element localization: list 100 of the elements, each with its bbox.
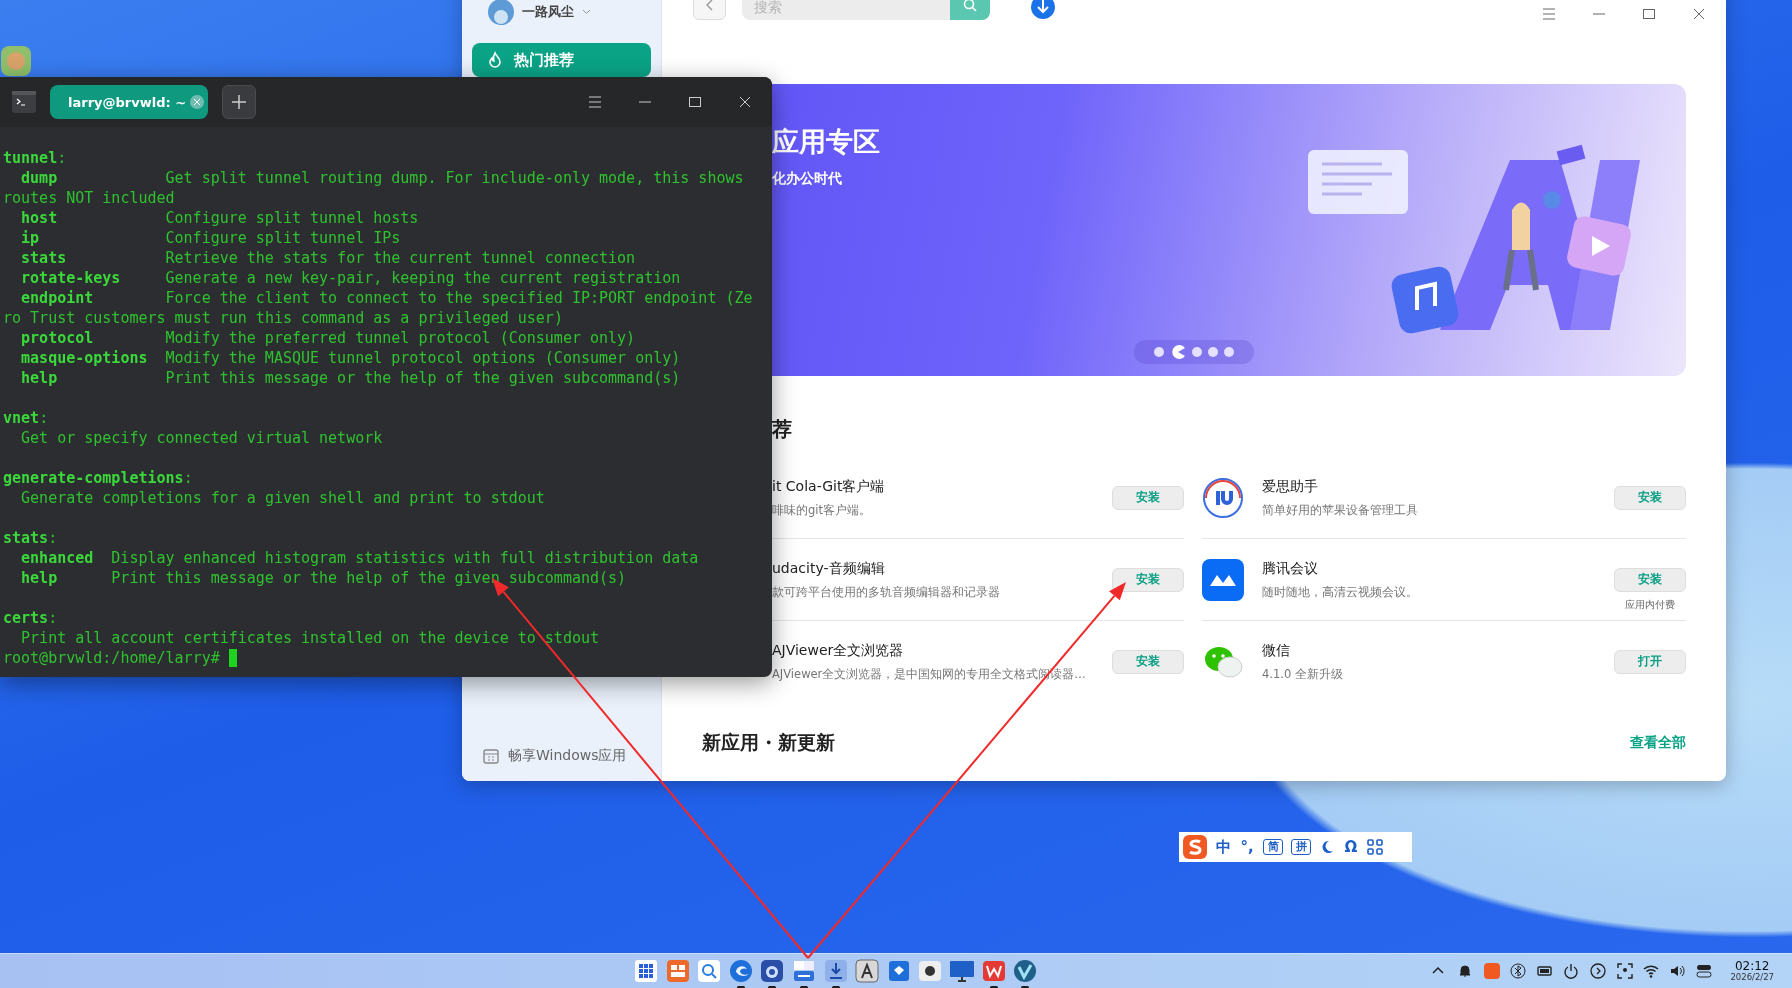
command-description: Retrieve the stats for the current tunnel connection — [165, 248, 636, 268]
battery-icon[interactable] — [1536, 963, 1553, 979]
section-header: vnet: — [3, 408, 49, 428]
clock-time[interactable]: 02:12 — [1734, 959, 1770, 973]
section-header: stats: — [3, 528, 58, 548]
command-name: host — [21, 208, 59, 228]
app-name: 腾讯会议 — [1262, 559, 1319, 578]
chevron-left-icon — [705, 0, 714, 11]
command-description: Configure split tunnel IPs — [165, 228, 401, 248]
command-name: enhanced — [21, 548, 95, 568]
command-name: ip — [21, 228, 41, 248]
input-method-logo-icon[interactable] — [1183, 835, 1207, 859]
in-app-purchase-note: 应用内付费 — [1625, 597, 1675, 612]
maximize-icon[interactable] — [1642, 8, 1656, 20]
terminal-tab[interactable]: larry@brvwld: ~ — [50, 85, 209, 119]
section-header: certs: — [3, 608, 58, 628]
app-name: 爱思助手 — [1262, 477, 1319, 496]
plus-icon — [232, 95, 247, 109]
flame-icon — [486, 51, 504, 69]
terminal-icon — [12, 91, 36, 113]
caret-icon[interactable] — [582, 9, 591, 15]
app-name: it Cola-Git客户端 — [772, 477, 886, 496]
sidebar-item[interactable]: 热门推荐 — [472, 43, 651, 77]
app-description: 啡味的git客户端。 — [772, 502, 872, 518]
install-button[interactable]: 打开 — [1614, 649, 1686, 674]
command-name: rotate-keys — [21, 268, 122, 288]
app-description: 随时随地，高清云视频会议。 — [1262, 584, 1419, 600]
input-method-icon[interactable] — [1483, 963, 1500, 979]
power-icon[interactable] — [1563, 963, 1580, 979]
pager-dot[interactable] — [1192, 347, 1202, 357]
command-name: masque-options — [21, 348, 149, 368]
ime-option[interactable]: 拼 — [1291, 839, 1311, 855]
command-name: help — [21, 368, 59, 388]
banner-title: 应用专区 — [772, 125, 881, 159]
app-description: 款可跨平台使用的多轨音频编辑器和记录器 — [772, 584, 1001, 600]
wrapped-text: routes NOT included — [3, 188, 175, 208]
pager-dot[interactable] — [1208, 347, 1218, 357]
install-button[interactable]: 安装 — [1614, 567, 1686, 592]
ime-option[interactable]: 中 — [1215, 837, 1231, 857]
bluetooth-icon[interactable] — [1510, 963, 1527, 979]
screenshot-icon[interactable] — [1616, 963, 1633, 979]
section-heading: 新应用・新更新 — [702, 730, 835, 755]
install-button[interactable]: 安装 — [1112, 649, 1184, 674]
app-icon — [1202, 476, 1244, 519]
ime-option[interactable]: Ω — [1343, 838, 1359, 856]
command-description: Configure split tunnel hosts — [165, 208, 419, 228]
new-tab-button[interactable] — [222, 85, 257, 119]
app-description: 4.1.0 全新升级 — [1262, 666, 1344, 682]
command-description: Generate a new key-pair, keeping the current registration — [165, 268, 681, 288]
install-button[interactable]: 安装 — [1112, 485, 1184, 510]
volume-icon[interactable] — [1669, 963, 1686, 979]
command-name: endpoint — [21, 288, 95, 308]
search-icon — [963, 0, 977, 12]
command-description: Force the client to connect to the specified IP:PORT endpoint (Ze — [165, 288, 753, 308]
command-description: Print this message or the help of the given subcommand(s) — [111, 568, 627, 588]
wrapped-text: ro Trust customers must run this command as a privileged user) — [3, 308, 563, 328]
avatar[interactable] — [488, 0, 514, 25]
cursor — [228, 649, 237, 667]
app-name: AJViewer全文浏览器 — [772, 641, 905, 660]
install-button[interactable]: 安装 — [1614, 485, 1686, 510]
taskbar-app-icon[interactable] — [822, 957, 849, 988]
grid-icon[interactable] — [1367, 839, 1383, 855]
command-name: dump — [21, 168, 59, 188]
command-description: Modify the preferred tunnel protocol (Consumer only) — [165, 328, 636, 348]
chevron-circle-icon[interactable] — [1590, 963, 1607, 979]
command-description: Display enhanced histogram statistics with full distribution data — [111, 548, 699, 568]
sidebar-item[interactable]: 畅享Windows应用 — [508, 747, 627, 765]
banner[interactable]: 应用专区 化办公时代 — [772, 84, 1686, 376]
section-header: tunnel: — [3, 148, 67, 168]
download-icon[interactable] — [1030, 0, 1056, 20]
ime-option[interactable]: °, — [1239, 838, 1255, 856]
view-all-link[interactable]: 查看全部 — [1630, 734, 1686, 752]
description-text: Get or specify connected virtual network — [21, 428, 383, 448]
wifi-icon[interactable] — [1643, 963, 1660, 979]
app-name: udacity-音频编辑 — [772, 559, 886, 578]
command-name: help — [21, 568, 59, 588]
user-name[interactable]: 一路风尘 — [522, 3, 574, 21]
command-description: Get split tunnel routing dump. For include-only mode, this shows — [165, 168, 744, 188]
clock-date[interactable]: 2026/2/27 — [1730, 972, 1774, 983]
taskbar-app-icon[interactable] — [1012, 957, 1039, 988]
close-icon[interactable] — [1692, 8, 1706, 20]
section-header: generate-completions: — [3, 468, 193, 488]
shell-prompt: root@brvwld:/home/larry# — [3, 648, 220, 668]
command-name: protocol — [21, 328, 95, 348]
description-text: Generate completions for a given shell and print to stdout — [21, 488, 545, 508]
app-name: 微信 — [1262, 641, 1291, 660]
command-description: Modify the MASQUE tunnel protocol options (Consumer only) — [165, 348, 681, 368]
app-description: 简单好用的苹果设备管理工具 — [1262, 502, 1419, 518]
install-button[interactable]: 安装 — [1112, 567, 1184, 592]
ime-option[interactable]: 简 — [1263, 839, 1283, 855]
banner-subtitle: 化办公时代 — [772, 170, 843, 188]
store-icon — [482, 747, 500, 765]
pager-dot[interactable] — [1154, 347, 1164, 357]
section-heading: 荐 — [772, 416, 793, 443]
app-icon — [1202, 558, 1244, 601]
command-name: stats — [21, 248, 68, 268]
command-description: Print this message or the help of the given subcommand(s) — [165, 368, 681, 388]
taskbar-app-icon[interactable] — [759, 957, 786, 988]
toggle-icon[interactable] — [1696, 963, 1713, 979]
pager-dot[interactable] — [1224, 347, 1234, 357]
